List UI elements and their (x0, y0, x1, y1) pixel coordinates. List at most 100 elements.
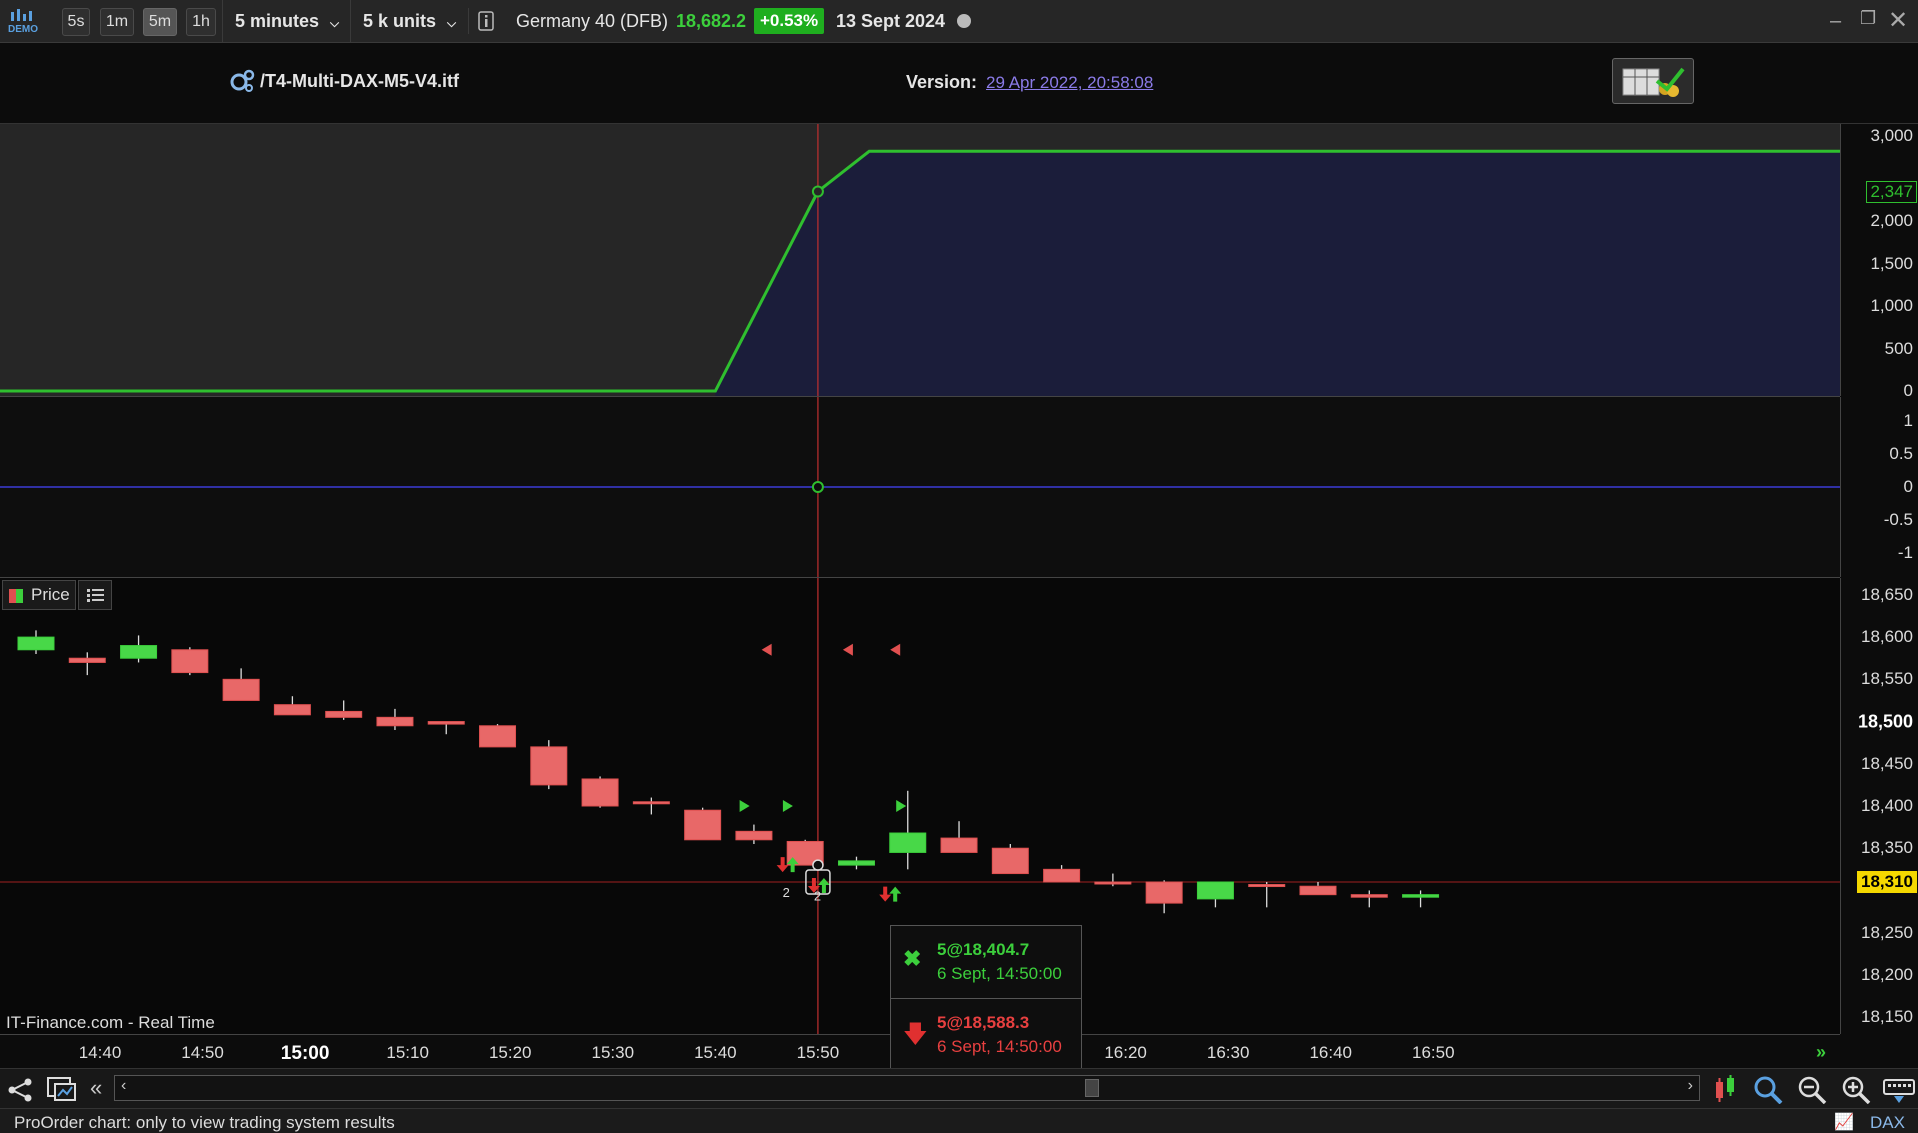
equity-tick: 1,000 (1870, 296, 1913, 315)
trading-report-button[interactable] (1612, 58, 1694, 104)
equity-current-value: 2,347 (1866, 180, 1917, 203)
candle (68, 657, 106, 663)
price-legend-label: Price (31, 585, 70, 604)
time-tick: 14:40 (78, 1043, 122, 1062)
trade-tooltip: ✖ 5@18,404.7 6 Sept, 14:50:00 🡇 5@18,588… (890, 925, 1082, 1072)
position-pane (0, 397, 1840, 578)
units-label: 5 k units (363, 11, 437, 31)
zoom-fit-icon[interactable] (1752, 1074, 1784, 1104)
demo-logo: DEMO (6, 6, 40, 36)
horizontal-scrollbar[interactable]: ‹ › (114, 1075, 1700, 1101)
interval-1m-button[interactable]: 1m (100, 8, 134, 36)
time-tick: 15:20 (488, 1043, 532, 1062)
candle (940, 837, 978, 853)
buy-signal-marker (739, 800, 750, 812)
candle (889, 832, 927, 853)
trade-count: 2 (814, 889, 821, 904)
time-tick: 16:50 (1411, 1043, 1455, 1062)
price-tick: 18,650 (1861, 584, 1913, 604)
keyboard-icon[interactable] (1882, 1074, 1916, 1104)
restore-icon[interactable]: ❐ (1860, 8, 1876, 29)
candle (581, 778, 619, 807)
instrument-short-label[interactable]: DAX (1870, 1113, 1905, 1133)
timeframe-dropdown[interactable]: 5 minutes ⌵ (222, 0, 363, 42)
units-dropdown[interactable]: 5 k units ⌵ (350, 0, 468, 42)
candle (1350, 894, 1388, 898)
time-tick: 15:50 (796, 1043, 840, 1062)
sell-arrow-icon (879, 886, 892, 902)
interval-5s-button[interactable]: 5s (62, 8, 90, 36)
candle (1145, 881, 1183, 904)
zoom-out-icon[interactable] (1796, 1074, 1828, 1104)
equity-tick: 2,000 (1870, 211, 1913, 230)
legend-list-button[interactable] (78, 580, 112, 610)
info-icon[interactable] (468, 8, 495, 34)
share-icon[interactable] (6, 1075, 36, 1105)
session-date: 13 Sept 2024 (836, 11, 946, 31)
sell-signal-marker (761, 643, 772, 656)
candle (1402, 894, 1440, 898)
time-tick: 16:20 (1104, 1043, 1147, 1062)
scroll-right-arrow-icon[interactable]: › (1688, 1077, 1693, 1095)
gear-icon[interactable] (228, 67, 256, 95)
top-toolbar: DEMO 5s 1m 5m 1h 5 minutes ⌵ 5 k units ⌵… (0, 0, 1918, 43)
entry-trade-row: 🡇 5@18,588.3 6 Sept, 14:50:00 (891, 999, 1081, 1071)
time-tick: 15:30 (591, 1043, 635, 1062)
demo-label: DEMO (8, 24, 38, 35)
candle (1094, 881, 1132, 885)
candle (376, 716, 414, 727)
scroll-right-double-chevron-icon[interactable]: » (1816, 1042, 1826, 1063)
scroll-left-double-icon[interactable]: « (90, 1075, 102, 1101)
minimize-icon[interactable]: – (1830, 10, 1841, 33)
version-link[interactable]: 29 Apr 2022, 20:58:08 (986, 73, 1153, 93)
chevron-down-icon: ⌵ (447, 16, 457, 30)
version-label: Version: (906, 72, 978, 92)
interval-5m-button[interactable]: 5m (143, 8, 177, 36)
candle (1248, 884, 1286, 888)
close-icon[interactable]: ✕ (1888, 6, 1908, 35)
candle (479, 725, 517, 748)
position-tick: 0 (1903, 477, 1913, 496)
chart-window-icon[interactable] (46, 1074, 78, 1104)
chart-link-icon[interactable]: 📈 (1834, 1112, 1854, 1132)
price-tick: 18,500 (1857, 711, 1913, 732)
price-tick: 18,200 (1861, 964, 1913, 984)
equity-tick: 500 (1884, 338, 1913, 358)
candle (1043, 868, 1081, 883)
list-icon (87, 589, 104, 602)
chevron-down-icon: ⌵ (330, 16, 340, 30)
entry-date: 6 Sept, 14:50:00 (937, 1037, 1062, 1056)
change-badge: +0.53% (754, 8, 825, 34)
price-axis: 18,650 18,600 18,550 18,500 18,450 18,400 18,3… (1840, 578, 1918, 1034)
candle (120, 645, 158, 659)
price-tick: 18,450 (1861, 753, 1913, 773)
time-tick: 16:40 (1309, 1043, 1352, 1062)
status-message: ProOrder chart: only to view trading sys… (14, 1113, 395, 1132)
equity-cursor-point (811, 185, 824, 198)
candle (171, 649, 209, 674)
candle-toggle-icon[interactable] (1710, 1074, 1740, 1104)
status-bar: ProOrder chart: only to view trading sys… (0, 1108, 1918, 1133)
time-tick: 15:10 (386, 1043, 429, 1062)
scroll-left-arrow-icon[interactable]: ‹ (121, 1077, 126, 1095)
buy-signal-marker (896, 800, 907, 812)
window-controls: – ❐ ✕ (1830, 6, 1914, 35)
chart-navigation-bar: « ‹ › (0, 1068, 1918, 1109)
zoom-in-icon[interactable] (1840, 1074, 1872, 1104)
candle (632, 801, 670, 805)
equity-tick: 3,000 (1870, 126, 1913, 145)
exit-trade-row: ✖ 5@18,404.7 6 Sept, 14:50:00 (891, 926, 1081, 999)
time-tick: 15:00 (280, 1043, 330, 1064)
price-tick: 18,150 (1861, 1007, 1913, 1027)
candle (530, 746, 568, 786)
price-legend[interactable]: Price (2, 580, 76, 610)
interval-1h-button[interactable]: 1h (186, 8, 216, 36)
price-cursor-point (812, 859, 824, 871)
position-tick: 1 (1903, 411, 1913, 430)
scrollbar-thumb[interactable] (1085, 1079, 1099, 1097)
candle (684, 809, 722, 841)
equity-pane (0, 124, 1840, 397)
sell-signal-marker (890, 643, 901, 656)
buy-arrow-icon (889, 886, 902, 902)
data-source-label: IT-Finance.com - Real Time (6, 1013, 215, 1032)
